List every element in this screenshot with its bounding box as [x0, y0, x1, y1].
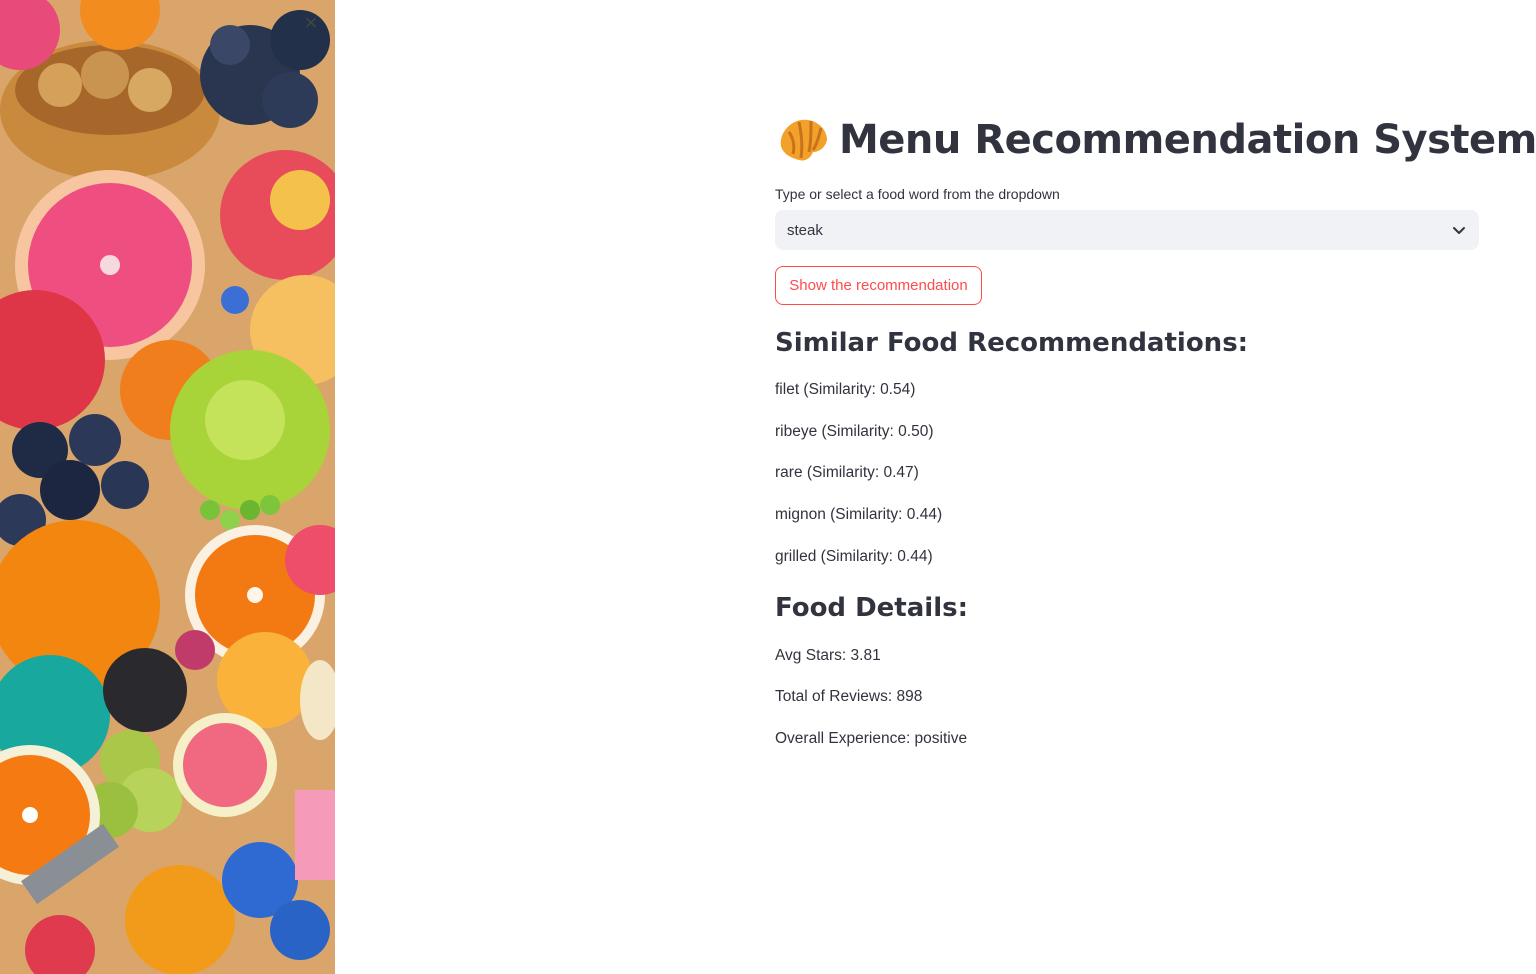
food-details-heading: Food Details:: [775, 593, 968, 623]
total-reviews-text: Total of Reviews: 898: [775, 688, 923, 705]
select-label: Type or select a food word from the drop…: [775, 186, 1060, 202]
recommendation-item: mignon (Similarity: 0.44): [775, 506, 943, 523]
recommendation-item: filet (Similarity: 0.54): [775, 381, 916, 398]
recommendation-item: grilled (Similarity: 0.44): [775, 548, 933, 565]
avg-stars-text: Avg Stars: 3.81: [775, 647, 881, 664]
select-value: steak: [787, 221, 823, 239]
close-sidebar-button[interactable]: ×: [298, 10, 324, 36]
recommendations-heading: Similar Food Recommendations:: [775, 328, 1249, 358]
close-icon: ×: [304, 10, 318, 35]
overall-experience-text: Overall Experience: positive: [775, 730, 968, 747]
recommendation-item: rare (Similarity: 0.47): [775, 464, 919, 481]
croissant-icon: [780, 119, 827, 161]
page-title: Menu Recommendation System: [839, 117, 1536, 163]
main-content: Menu Recommendation System Type or selec…: [775, 0, 1536, 974]
sidebar: ×: [0, 0, 335, 974]
page-title-row: Menu Recommendation System: [775, 108, 1536, 172]
food-word-select[interactable]: steak: [775, 210, 1479, 250]
fruit-background-image: [0, 0, 335, 974]
chevron-down-icon: [1453, 227, 1465, 234]
recommendation-item: ribeye (Similarity: 0.50): [775, 423, 934, 440]
show-recommendation-button[interactable]: Show the recommendation: [775, 266, 982, 305]
